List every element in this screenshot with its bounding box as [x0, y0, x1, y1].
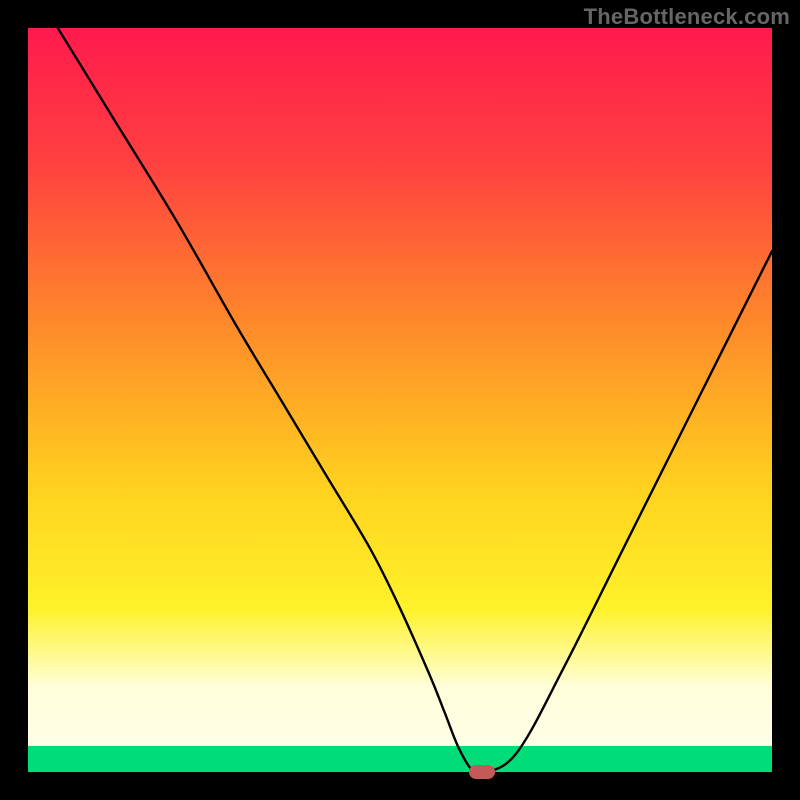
chart-svg — [28, 28, 772, 772]
plot-area — [28, 28, 772, 772]
chart-frame: TheBottleneck.com — [0, 0, 800, 800]
green-band — [28, 746, 772, 772]
pale-band — [28, 683, 772, 746]
optimal-marker — [469, 765, 495, 779]
gradient-fill — [28, 28, 772, 772]
watermark-text: TheBottleneck.com — [584, 4, 790, 30]
